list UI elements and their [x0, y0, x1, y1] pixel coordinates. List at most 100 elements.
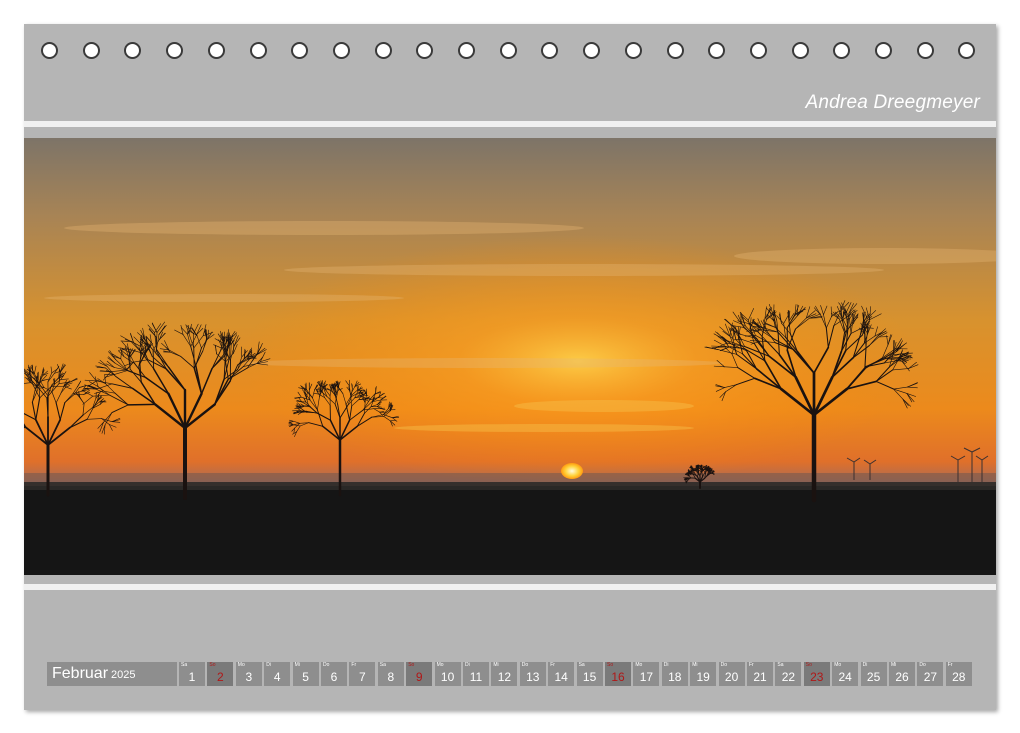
day-number: 15	[582, 670, 597, 684]
weekday-abbrev: Mi	[493, 662, 499, 668]
day-cell: Fr 14	[548, 662, 575, 686]
weekday-abbrev: Mo	[436, 662, 444, 668]
weekday-abbrev: Mo	[834, 662, 842, 668]
day-number: 5	[302, 670, 309, 684]
day-cell: Mo 10	[434, 662, 461, 686]
day-number: 8	[387, 670, 395, 684]
day-cell: Mi 12	[491, 662, 518, 686]
weekday-abbrev: So	[209, 662, 216, 668]
top-divider	[24, 121, 996, 127]
binding-hole	[291, 42, 309, 59]
binding-hole	[833, 42, 851, 59]
day-cell: Do 27	[917, 662, 944, 686]
month-label: Februar 2025	[47, 662, 177, 686]
day-number: 20	[724, 670, 739, 684]
binding-holes	[24, 42, 996, 66]
day-cell: So 23	[803, 662, 830, 686]
weekday-abbrev: Fr	[749, 662, 754, 668]
day-number: 28	[952, 670, 966, 684]
weekday-abbrev: Mo	[237, 662, 245, 668]
day-number: 25	[866, 670, 881, 684]
day-cell: Fr 21	[747, 662, 773, 686]
day-number: 18	[668, 670, 682, 684]
weekday-abbrev: Sa	[777, 662, 784, 668]
binding-hole	[332, 42, 350, 59]
weekday-abbrev: Fr	[550, 662, 555, 668]
sunset-photo	[24, 138, 996, 575]
binding-hole	[499, 42, 517, 59]
day-number: 6	[330, 670, 338, 684]
binding-hole	[416, 42, 434, 59]
day-cell: Di 18	[661, 662, 688, 686]
day-number: 12	[497, 670, 512, 684]
weekday-abbrev: Di	[663, 662, 669, 668]
binding-hole	[666, 42, 684, 59]
weekday-abbrev: Fr	[947, 662, 953, 668]
day-number: 11	[469, 670, 483, 684]
day-cell: Mi 5	[292, 662, 319, 686]
day-cell: Do 6	[321, 662, 347, 686]
day-cell: Do 20	[718, 662, 745, 686]
binding-hole	[708, 42, 726, 59]
weekday-abbrev: Di	[465, 662, 470, 668]
weekday-abbrev: Di	[862, 662, 868, 668]
day-cell: Mi 19	[690, 662, 717, 686]
binding-hole	[875, 42, 892, 59]
day-cell: Fr 28	[945, 662, 972, 686]
day-number: 4	[273, 670, 281, 684]
binding-hole	[791, 42, 809, 59]
day-cell: Mo 24	[832, 662, 859, 686]
weekday-abbrev: Mi	[891, 662, 897, 668]
day-cell: Sa 22	[775, 662, 802, 686]
binding-hole	[166, 42, 184, 59]
author-name: Andrea Dreegmeyer	[805, 92, 980, 113]
day-cell: Sa 15	[576, 662, 603, 686]
day-number: 3	[245, 670, 253, 684]
day-cell: Do 13	[519, 662, 546, 686]
day-cell: So 9	[406, 662, 433, 686]
binding-hole	[41, 42, 58, 59]
day-cell: Sa 1	[179, 662, 205, 686]
weekday-abbrev: Sa	[578, 662, 585, 668]
weekday-abbrev: Fr	[351, 662, 357, 668]
day-number: 9	[415, 670, 423, 684]
day-cell: Mo 3	[235, 662, 262, 686]
day-cell: So 2	[207, 662, 234, 686]
weekday-abbrev: So	[408, 662, 415, 668]
day-number: 24	[838, 670, 852, 684]
month-name: Februar	[52, 665, 109, 682]
day-number: 13	[526, 670, 540, 684]
day-number: 27	[923, 670, 938, 684]
day-number: 16	[611, 670, 625, 684]
binding-hole	[374, 42, 392, 59]
calendar-page: Andrea Dreegmeyer Februar 2025 Sa 1 So 2…	[24, 24, 996, 710]
day-cell: Mo 17	[633, 662, 660, 686]
weekday-abbrev: Do	[521, 662, 529, 668]
binding-hole	[958, 42, 976, 59]
weekday-abbrev: Do	[323, 662, 330, 668]
day-number: 26	[895, 670, 909, 684]
binding-hole	[458, 42, 475, 59]
day-cell: Di 25	[860, 662, 887, 686]
weekday-abbrev: Mi	[692, 662, 698, 668]
weekday-abbrev: Do	[720, 662, 727, 668]
binding-hole	[207, 42, 225, 59]
day-cell: Sa 8	[377, 662, 404, 686]
binding-hole	[249, 42, 267, 59]
weekday-abbrev: Sa	[181, 662, 188, 668]
day-cell: Di 4	[264, 662, 291, 686]
day-number: 17	[639, 670, 654, 684]
binding-hole	[916, 42, 934, 59]
day-number: 23	[810, 670, 824, 684]
weekday-abbrev: Do	[919, 662, 926, 668]
binding-hole	[624, 42, 642, 59]
day-cell: Fr 7	[349, 662, 376, 686]
day-cell: So 16	[605, 662, 631, 686]
binding-hole	[124, 42, 142, 59]
bottom-divider	[24, 584, 996, 590]
day-number: 2	[217, 670, 224, 684]
weekday-abbrev: Di	[266, 662, 271, 668]
binding-hole	[541, 42, 559, 59]
weekday-abbrev: Sa	[379, 662, 386, 668]
day-number: 19	[696, 670, 710, 684]
